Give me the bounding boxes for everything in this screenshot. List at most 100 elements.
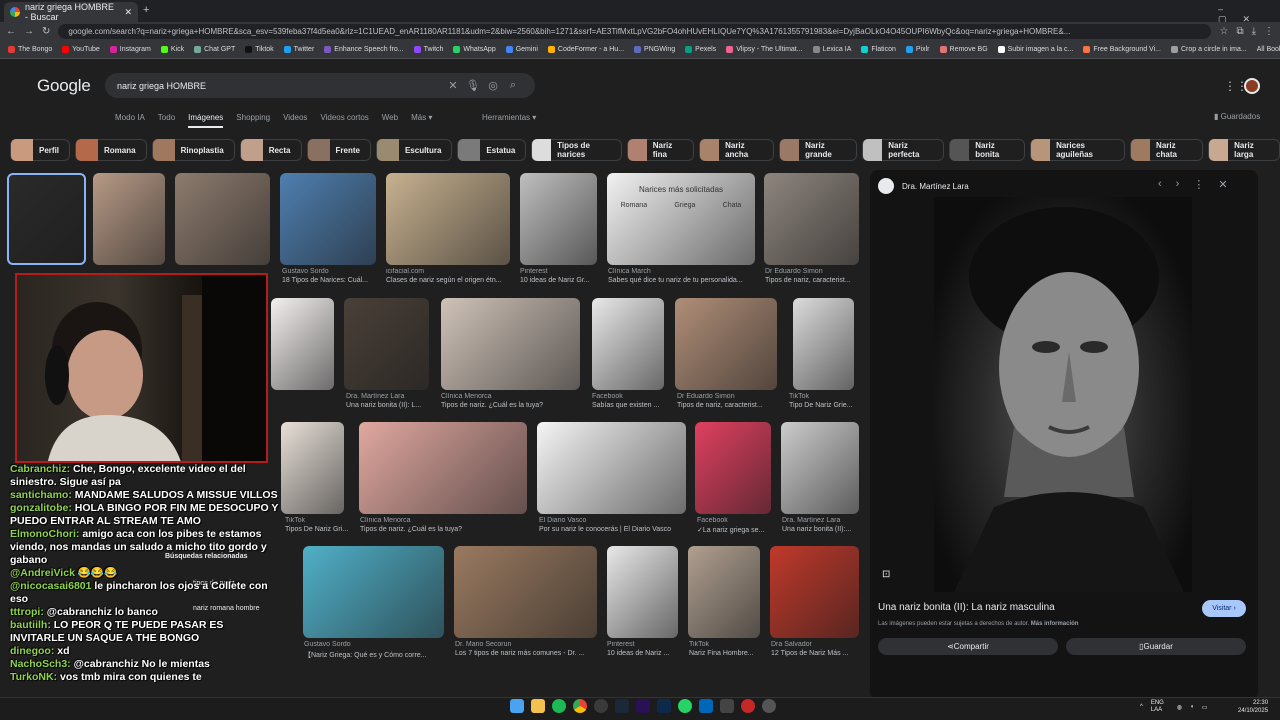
tray-chevron-icon[interactable]: ^ [1140,704,1143,710]
tab-4[interactable]: Videos [283,113,307,128]
language-indicator[interactable]: ENG LAA [1151,700,1169,714]
result-caption[interactable]: Gustavo Sordo 【Nariz Griega: Qué es y Cóm… [304,641,450,660]
bookmark-item[interactable]: Crop a circle in ima... [1170,46,1247,53]
star-icon[interactable]: ☆ [1219,26,1228,37]
app-icon[interactable] [762,699,776,713]
result-caption[interactable]: El Diario Vasco Por su nariz le conocerás… [539,517,689,533]
chip-nariz-fina[interactable]: Nariz fina [627,139,695,161]
image-result[interactable] [592,298,664,390]
bookmark-item[interactable]: The Bongo [8,46,52,53]
network-icon[interactable]: ◍ [1177,704,1182,711]
url-field[interactable]: google.com/search?q=nariz+griega+HOMBRE&… [58,24,1212,39]
bookmark-item[interactable]: PNGWing [634,46,675,53]
bookmark-item[interactable]: Twitch [413,46,443,53]
result-caption[interactable]: Pinterest 10 ideas de Nariz Gr... [520,268,598,284]
browser-tab[interactable]: nariz griega HOMBRE - Buscar ✕ [4,2,138,22]
result-caption[interactable]: Gustavo Sordo 18 Tipos de Narices: Cuál..… [282,268,378,284]
chip-romana[interactable]: Romana [75,139,147,161]
steam-icon[interactable] [615,699,629,713]
chip-escultura[interactable]: Escultura [375,139,453,161]
chip-recta[interactable]: Recta [239,139,302,161]
preview-image[interactable] [934,197,1192,592]
image-result[interactable] [175,173,270,265]
download-icon[interactable]: ⤓ [1252,26,1256,37]
close-tab-icon[interactable]: ✕ [124,7,132,18]
result-caption[interactable]: Dr. Mario Secorun Los 7 tipos de nariz má… [455,641,601,657]
chip-nariz-ancha[interactable]: Nariz ancha [699,139,775,161]
whatsapp-icon[interactable] [678,699,692,713]
battery-icon[interactable]: ▭ [1202,704,1208,711]
search-input[interactable]: nariz griega HOMBRE ✕ 🎙 ◎ ⌕ [105,73,535,98]
extensions-icon[interactable]: ⧉ [1236,26,1243,37]
save-button[interactable]: ▯ Guardar [1066,638,1246,655]
image-result[interactable] [281,422,344,514]
tools-button[interactable]: Herramientas ▾ [482,113,536,122]
bookmark-item[interactable]: Lexica IA [812,46,851,53]
chip-nariz-grande[interactable]: Nariz grande [779,139,858,161]
back-icon[interactable]: ← [6,26,16,37]
image-result[interactable] [764,173,859,265]
tab-2[interactable]: Imágenes [188,113,224,128]
visit-button[interactable]: Visitar › [1202,600,1246,617]
store-icon[interactable] [699,699,713,713]
close-icon[interactable]: ✕ [1218,178,1227,191]
image-result[interactable] [303,546,444,638]
menu-dots-icon[interactable]: ⋮ [1264,26,1274,37]
bookmark-item[interactable]: WhatsApp [453,46,496,53]
chip-tipos-de-narices[interactable]: Tipos de narices [531,139,622,161]
new-tab-icon[interactable]: + [143,4,149,16]
clock[interactable]: 22:30 24/10/2025 [1238,699,1268,715]
bookmark-item[interactable]: Enhance Speech fro... [324,46,404,53]
forward-icon[interactable]: → [24,26,34,37]
bookmark-item[interactable]: Chat GPT [194,46,235,53]
result-caption[interactable]: TikTok Tipo De Nariz Grie... [789,393,855,409]
image-result[interactable] [359,422,527,514]
result-caption[interactable]: Dr Eduardo Simon Tipos de nariz, caracter… [765,268,860,284]
chip-nariz-chata[interactable]: Nariz chata [1130,139,1204,161]
bookmark-item[interactable]: Vlipsy - The Ultimat... [726,46,803,53]
bookmark-item[interactable]: Kick [160,46,184,53]
bookmark-item[interactable]: Pixlr [905,46,930,53]
prev-icon[interactable]: ‹ [1158,178,1162,191]
file-explorer-icon[interactable] [531,699,545,713]
bookmark-item[interactable]: Subir imagen a la c... [997,46,1073,53]
image-result[interactable] [793,298,854,390]
bookmark-item[interactable]: Flaticon [861,46,896,53]
result-caption[interactable]: Dra Salvador 12 Tipos de Nariz Más ... [771,641,861,657]
image-result[interactable] [781,422,859,514]
clear-icon[interactable]: ✕ [443,79,463,92]
image-result[interactable] [520,173,597,265]
image-result[interactable] [344,298,429,390]
result-caption[interactable]: icifacial.com Clases de nariz según el or… [386,268,510,284]
image-result[interactable] [537,422,686,514]
result-caption[interactable]: Dr Eduardo Simon Tipos de nariz, caracter… [677,393,781,409]
bookmark-item[interactable]: Remove BG [939,46,988,53]
tab-6[interactable]: Web [382,113,398,128]
search-icon[interactable]: ⌕ [503,79,523,92]
bookmark-item[interactable]: Gemini [505,46,538,53]
bookmark-item[interactable]: Tiktok [245,46,274,53]
chip-frente[interactable]: Frente [306,139,371,161]
microphone-icon[interactable]: 🎙 [463,79,483,92]
image-result[interactable] [770,546,859,638]
result-caption[interactable]: Facebook ✓La nariz griega se... [697,517,775,534]
chrome-icon[interactable] [573,699,587,713]
google-logo[interactable]: Google [37,76,91,96]
image-result[interactable] [454,546,597,638]
result-caption[interactable]: TikTok Tipos De Nariz Gri... [285,517,351,533]
image-result[interactable] [688,546,760,638]
chip-estatua[interactable]: Estatua [457,139,527,161]
obs-icon[interactable] [594,699,608,713]
tab-7[interactable]: Más ▾ [411,113,432,128]
bookmark-item[interactable]: Free Background Vi... [1083,46,1161,53]
image-result[interactable] [675,298,777,390]
chip-nariz-perfecta[interactable]: Nariz perfecta [862,139,945,161]
bookmark-item[interactable]: Pexels [685,46,716,53]
more-icon[interactable]: ⋮ [1193,178,1204,191]
chip-nariz-bonita[interactable]: Nariz bonita [949,139,1026,161]
avatar[interactable] [1244,78,1260,94]
all-bookmarks-button[interactable]: All Bookmarks [1257,46,1280,53]
red-app-icon[interactable] [741,699,755,713]
result-caption[interactable]: Clínica Menorca Tipos de nariz. ¿Cuál es … [441,393,581,409]
image-result[interactable] [280,173,376,265]
